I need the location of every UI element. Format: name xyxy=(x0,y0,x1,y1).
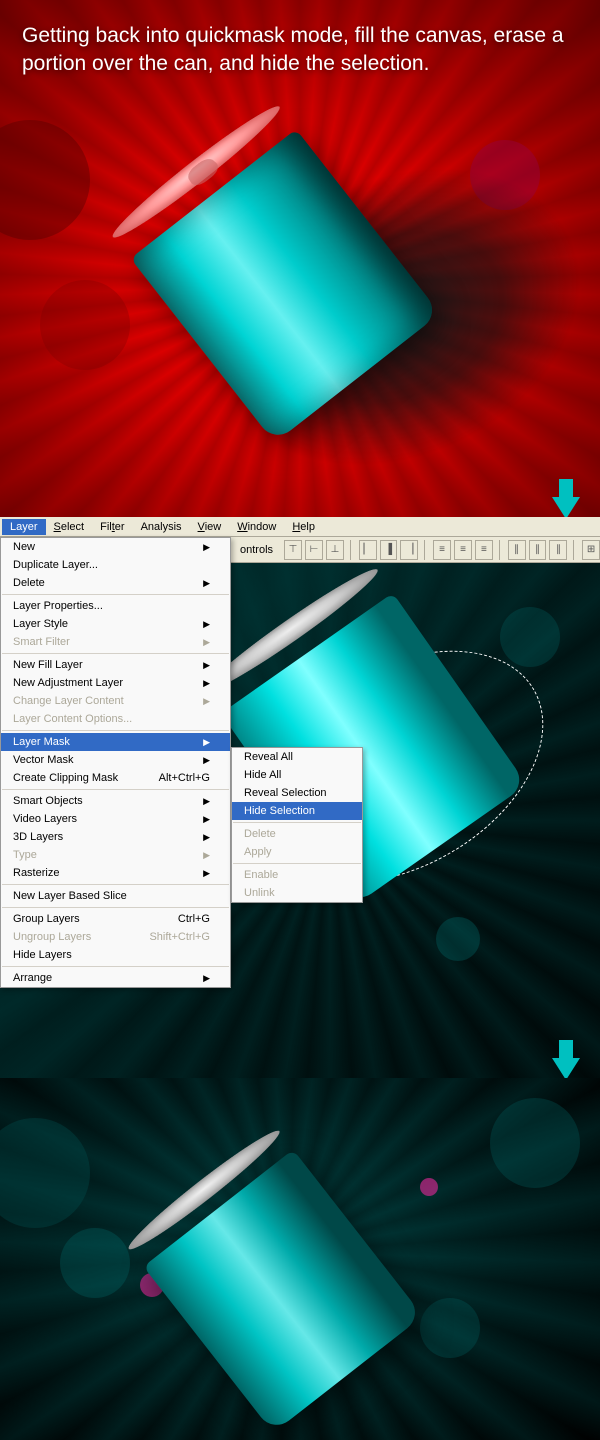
quickmask-preview-panel: Getting back into quickmask mode, fill t… xyxy=(0,0,600,517)
menu-item-3d-layers[interactable]: 3D Layers▶ xyxy=(1,828,230,846)
submenu-item-delete: Delete xyxy=(232,825,362,843)
bokeh-circle xyxy=(490,1098,580,1188)
align-right-icon[interactable]: ▕ xyxy=(400,540,418,560)
submenu-item-hide-all[interactable]: Hide All xyxy=(232,766,362,784)
bokeh-circle xyxy=(436,917,480,961)
menu-analysis[interactable]: Analysis xyxy=(133,519,190,535)
menu-separator xyxy=(2,907,229,908)
toolbar-separator xyxy=(424,540,427,560)
menu-window[interactable]: Window xyxy=(229,519,284,535)
menu-item-rasterize[interactable]: Rasterize▶ xyxy=(1,864,230,882)
menu-item-layer-mask[interactable]: Layer Mask▶ xyxy=(1,733,230,751)
distribute-vcenter-icon[interactable]: ≡ xyxy=(454,540,472,560)
menu-item-delete[interactable]: Delete▶ xyxy=(1,574,230,592)
layer-dropdown-menu: New▶ Duplicate Layer... Delete▶ Layer Pr… xyxy=(0,537,231,988)
layer-mask-submenu: Reveal All Hide All Reveal Selection Hid… xyxy=(231,747,363,903)
distribute-right-icon[interactable]: ∥ xyxy=(549,540,567,560)
photoshop-ui-panel: Layer SSelectelect Filter Analysis View … xyxy=(0,517,600,1078)
align-vcenter-icon[interactable]: ⊢ xyxy=(305,540,323,560)
step-arrow-icon xyxy=(552,1058,580,1078)
submenu-item-apply: Apply xyxy=(232,843,362,861)
submenu-item-reveal-all[interactable]: Reveal All xyxy=(232,748,362,766)
menu-separator xyxy=(233,822,361,823)
menu-item-create-clipping-mask[interactable]: Create Clipping MaskAlt+Ctrl+G xyxy=(1,769,230,787)
align-top-icon[interactable]: ⊤ xyxy=(284,540,302,560)
menu-item-video-layers[interactable]: Video Layers▶ xyxy=(1,810,230,828)
menu-item-new-layer-based-slice[interactable]: New Layer Based Slice xyxy=(1,887,230,905)
menu-separator xyxy=(2,653,229,654)
menu-item-type: Type▶ xyxy=(1,846,230,864)
distribute-top-icon[interactable]: ≡ xyxy=(433,540,451,560)
menu-item-new[interactable]: New▶ xyxy=(1,538,230,556)
menu-separator xyxy=(2,966,229,967)
submenu-item-unlink: Unlink xyxy=(232,884,362,902)
toolbar-label: ontrols xyxy=(240,544,273,556)
bokeh-circle xyxy=(420,1298,480,1358)
auto-align-icon[interactable]: ⊞ xyxy=(582,540,600,560)
menu-item-hide-layers[interactable]: Hide Layers xyxy=(1,946,230,964)
menu-item-vector-mask[interactable]: Vector Mask▶ xyxy=(1,751,230,769)
menu-view[interactable]: View xyxy=(190,519,230,535)
distribute-left-icon[interactable]: ∥ xyxy=(508,540,526,560)
instruction-text: Getting back into quickmask mode, fill t… xyxy=(22,22,578,79)
menu-separator xyxy=(2,594,229,595)
menu-item-new-fill-layer[interactable]: New Fill Layer▶ xyxy=(1,656,230,674)
menu-separator xyxy=(233,863,361,864)
menu-item-group-layers[interactable]: Group LayersCtrl+G xyxy=(1,910,230,928)
submenu-item-hide-selection[interactable]: Hide Selection xyxy=(232,802,362,820)
application-menubar[interactable]: Layer SSelectelect Filter Analysis View … xyxy=(0,517,600,537)
menu-help[interactable]: Help xyxy=(284,519,323,535)
menu-item-layer-content-options: Layer Content Options... xyxy=(1,710,230,728)
bokeh-circle xyxy=(40,280,130,370)
menu-separator xyxy=(2,884,229,885)
bokeh-circle xyxy=(500,607,560,667)
align-hcenter-icon[interactable]: ▐ xyxy=(380,540,398,560)
bokeh-circle xyxy=(60,1228,130,1298)
menu-item-smart-filter: Smart Filter▶ xyxy=(1,633,230,651)
submenu-item-reveal-selection[interactable]: Reveal Selection xyxy=(232,784,362,802)
step-arrow-icon xyxy=(552,497,580,517)
menu-item-smart-objects[interactable]: Smart Objects▶ xyxy=(1,792,230,810)
menu-item-layer-properties[interactable]: Layer Properties... xyxy=(1,597,230,615)
menu-layer[interactable]: Layer xyxy=(2,519,46,535)
menu-separator xyxy=(2,789,229,790)
menu-item-duplicate-layer[interactable]: Duplicate Layer... xyxy=(1,556,230,574)
distribute-hcenter-icon[interactable]: ∥ xyxy=(529,540,547,560)
menu-item-change-layer-content: Change Layer Content▶ xyxy=(1,692,230,710)
submenu-item-enable: Enable xyxy=(232,866,362,884)
toolbar-separator xyxy=(573,540,576,560)
result-preview-panel xyxy=(0,1078,600,1440)
distribute-bottom-icon[interactable]: ≡ xyxy=(475,540,493,560)
menu-select[interactable]: SSelectelect xyxy=(46,519,93,535)
menu-item-ungroup-layers: Ungroup LayersShift+Ctrl+G xyxy=(1,928,230,946)
menu-item-layer-style[interactable]: Layer Style▶ xyxy=(1,615,230,633)
menu-separator xyxy=(2,730,229,731)
toolbar-separator xyxy=(499,540,502,560)
menu-item-arrange[interactable]: Arrange▶ xyxy=(1,969,230,987)
menu-filter[interactable]: Filter xyxy=(92,519,132,535)
menu-item-new-adjustment-layer[interactable]: New Adjustment Layer▶ xyxy=(1,674,230,692)
pink-bokeh xyxy=(420,1178,438,1196)
